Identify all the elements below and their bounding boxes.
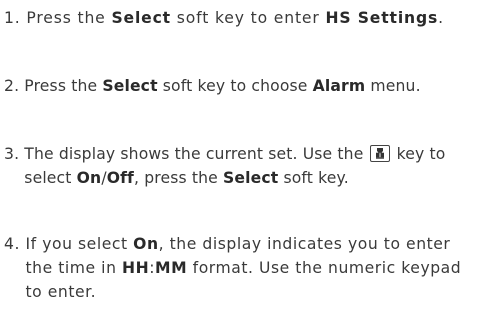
text-run: soft key. [278,169,349,187]
text-run: If you select [25,235,134,253]
step-number: 1. [4,9,27,27]
book-key-icon [369,145,390,162]
on-term: On [76,169,102,187]
step-number: 4. [4,235,26,253]
step-text: Press the Select soft key to choose Alar… [24,74,482,98]
off-term: Off [106,169,134,187]
select-softkey-term: Select [111,9,171,27]
select-softkey-term: Select [223,169,279,187]
step-number: 2. [4,77,25,95]
text-run: Press the [24,77,103,95]
text-run: menu. [365,77,421,95]
hh-term: HH [122,259,150,277]
step-2: 2. Press the Select soft key to choose A… [4,74,482,98]
hs-settings-term: HS Settings [325,9,439,27]
step-text: Press the Select soft key to enter HS Se… [26,6,482,30]
step-4: 4. If you select On, the display indicat… [4,232,482,304]
text-run: soft key to choose [157,77,313,95]
text-run: , press the [134,169,224,187]
text-run: . [438,9,444,27]
text-run: Press the [26,9,112,27]
step-1: 1. Press the Select soft key to enter HS… [4,6,482,30]
step-text: If you select On, the display indicates … [26,232,483,304]
mm-term: MM [155,259,188,277]
step-number: 3. [4,145,25,163]
alarm-term: Alarm [312,77,366,95]
step-text: The display shows the current set. Use t… [24,142,482,190]
on-term: On [133,235,159,253]
step-3: 3. The display shows the current set. Us… [4,142,482,190]
text-run: The display shows the current set. Use t… [24,145,369,163]
select-softkey-term: Select [102,77,158,95]
text-run: soft key to enter [170,9,326,27]
